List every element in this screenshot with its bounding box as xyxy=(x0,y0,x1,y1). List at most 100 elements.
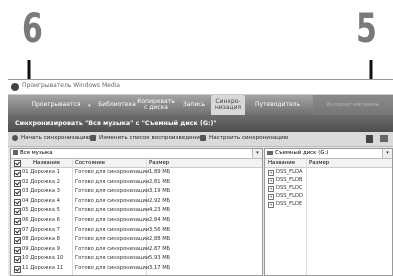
track-size: 3,17 МБ xyxy=(149,265,171,271)
chevron-down-icon[interactable]: ▾ xyxy=(88,103,91,109)
tab-sync[interactable]: Синхро-низация xyxy=(211,95,245,115)
track-size: 2,87 МБ xyxy=(149,245,171,252)
sync-list-header: Название Состояние Размер xyxy=(11,159,262,168)
folder-name: DSS_FLDE xyxy=(276,201,303,207)
device-list-header: Название Размер xyxy=(265,159,392,168)
tab-now-playing[interactable]: Проигрывается xyxy=(26,95,86,115)
track-size: 3,56 МБ xyxy=(149,226,171,233)
sync-list-pane: Вся музыка ▾ Название Состояние Размер 0… xyxy=(10,148,263,276)
sync-heading-text: Синхронизировать "Вся музыка" с "Съемный… xyxy=(15,120,217,127)
playlist-icon xyxy=(90,135,96,141)
media-player-window: Проигрыватель Windows Media Проигрываетс… xyxy=(8,79,393,276)
track-checkbox[interactable] xyxy=(14,218,21,225)
track-checkbox[interactable] xyxy=(14,256,21,264)
device-pane: Съемный диск (G:) ▾ Название Размер + DSS… xyxy=(264,148,393,276)
table-row[interactable]: 11 Дорожка 11 Готово для синхронизации 3,1… xyxy=(11,264,262,273)
table-row[interactable]: 05 Дорожка 5 Готово для синхронизации 4,23… xyxy=(11,206,262,216)
tab-rip[interactable]: Копировать с диска xyxy=(136,95,176,115)
list-item[interactable]: + DSS_FLDC xyxy=(265,184,392,192)
track-status: Готово для синхронизации xyxy=(75,236,150,243)
track-name: 03 Дорожка 3 xyxy=(22,188,60,195)
list-item[interactable]: + DSS_FLDB xyxy=(265,176,392,184)
track-name: 07 Дорожка 7 xyxy=(22,226,60,233)
tab-burn[interactable]: Запись xyxy=(178,95,210,115)
chevron-down-icon[interactable]: ▾ xyxy=(382,149,392,158)
track-status: Готово для синхронизации xyxy=(75,207,150,214)
track-name: 05 Дорожка 5 xyxy=(22,207,60,214)
music-icon xyxy=(13,150,18,155)
folder-name: DSS_FLDB xyxy=(276,177,303,183)
track-name: 08 Дорожка 8 xyxy=(22,236,60,243)
window-title: Проигрыватель Windows Media xyxy=(22,82,120,89)
track-checkbox[interactable] xyxy=(14,208,21,216)
folder-name: DSS_FLDD xyxy=(276,193,304,199)
table-row[interactable]: 03 Дорожка 3 Готово для синхронизации 3,19… xyxy=(11,187,262,197)
list-item[interactable]: + DSS_FLDE xyxy=(265,200,392,208)
sync-heading: Синхронизировать "Вся музыка" с "Съемный… xyxy=(8,115,393,132)
track-name: 02 Дорожка 2 xyxy=(22,178,60,185)
removable-disk-icon xyxy=(267,151,273,155)
track-status: Готово для синхронизации xyxy=(75,245,150,252)
list-item[interactable]: + DSS_FLDD xyxy=(265,192,392,200)
track-checkbox[interactable] xyxy=(14,179,21,187)
track-checkbox[interactable] xyxy=(14,227,21,235)
table-row[interactable]: 10 Дорожка 10 Готово для синхронизации 5,9… xyxy=(11,254,262,264)
track-status: Готово для синхронизации xyxy=(75,188,150,195)
setup-sync-button[interactable]: Настроить синхронизацию xyxy=(200,135,288,141)
track-status: Готово для синхронизации xyxy=(75,169,150,175)
track-checkbox[interactable] xyxy=(14,170,21,177)
track-name: 04 Дорожка 4 xyxy=(22,197,60,204)
column-name[interactable]: Название xyxy=(33,159,60,167)
track-status: Готово для синхронизации xyxy=(75,197,150,204)
callout-number-6: 6 xyxy=(22,6,43,52)
track-status: Готово для синхронизации xyxy=(75,226,150,233)
table-row[interactable]: 06 Дорожка 6 Готово для синхронизации 2,84… xyxy=(11,216,262,225)
track-status: Готово для синхронизации xyxy=(75,255,150,262)
callout-number-5: 5 xyxy=(356,6,377,52)
column-name[interactable]: Название xyxy=(268,159,295,167)
online-stores-label: Интернет-магазины xyxy=(313,95,393,115)
track-checkbox[interactable] xyxy=(14,237,21,245)
table-row[interactable]: 04 Дорожка 4 Готово для синхронизации 2,92… xyxy=(11,197,262,206)
track-size: 2,84 МБ xyxy=(149,217,171,223)
track-size: 2,92 МБ xyxy=(149,197,171,204)
track-size: 4,23 МБ xyxy=(149,207,171,214)
media-player-icon xyxy=(11,83,19,91)
edit-playlist-button[interactable]: Изменить список воспроизведения xyxy=(90,135,203,141)
track-size: 5,93 МБ xyxy=(149,255,171,262)
table-row[interactable]: 08 Дорожка 8 Готово для синхронизации 2,88… xyxy=(11,235,262,245)
nav-bar: Проигрывается ▾ Библиотека Копировать с … xyxy=(8,95,393,115)
folder-icon[interactable] xyxy=(380,135,388,142)
track-name: 10 Дорожка 10 xyxy=(22,255,64,262)
track-name: 11 Дорожка 11 xyxy=(22,265,64,271)
settings-icon xyxy=(200,135,206,141)
title-bar: Проигрыватель Windows Media xyxy=(8,80,393,95)
column-status[interactable]: Состояние xyxy=(75,159,105,167)
track-name: 01 Дорожка 1 xyxy=(22,169,60,175)
table-row[interactable]: 07 Дорожка 7 Готово для синхронизации 3,56… xyxy=(11,226,262,235)
select-all-checkbox[interactable] xyxy=(14,160,21,167)
sync-toolbar: Начать синхронизацию Изменить список вос… xyxy=(8,132,393,147)
tab-guide[interactable]: Путеводитель xyxy=(250,95,305,115)
tab-library[interactable]: Библиотека xyxy=(96,95,138,115)
column-size[interactable]: Размер xyxy=(309,159,329,167)
table-row[interactable]: 09 Дорожка 9 Готово для синхронизации 2,87… xyxy=(11,245,262,254)
list-item[interactable]: + DSS_FLDA xyxy=(265,168,392,176)
track-status: Готово для синхронизации xyxy=(75,178,150,185)
chevron-down-icon[interactable]: ▾ xyxy=(252,149,262,158)
table-row[interactable]: 01 Дорожка 1 Готово для синхронизации 1,89… xyxy=(11,168,262,177)
folder-name: DSS_FLDA xyxy=(276,169,303,175)
column-size[interactable]: Размер xyxy=(149,159,169,167)
track-checkbox[interactable] xyxy=(14,198,21,206)
track-checkbox[interactable] xyxy=(14,266,21,273)
device-select[interactable]: Съемный диск (G:) ▾ xyxy=(265,149,392,159)
expand-icon[interactable]: + xyxy=(268,202,274,208)
track-checkbox[interactable] xyxy=(14,189,21,197)
table-row[interactable]: 02 Дорожка 2 Готово для синхронизации 2,81… xyxy=(11,178,262,187)
track-size: 2,81 МБ xyxy=(149,178,171,185)
start-sync-button[interactable]: Начать синхронизацию xyxy=(12,135,90,141)
source-select[interactable]: Вся музыка ▾ xyxy=(11,149,262,159)
folder-name: DSS_FLDC xyxy=(276,185,303,191)
track-checkbox[interactable] xyxy=(14,246,21,254)
device-properties-icon[interactable] xyxy=(366,135,373,143)
